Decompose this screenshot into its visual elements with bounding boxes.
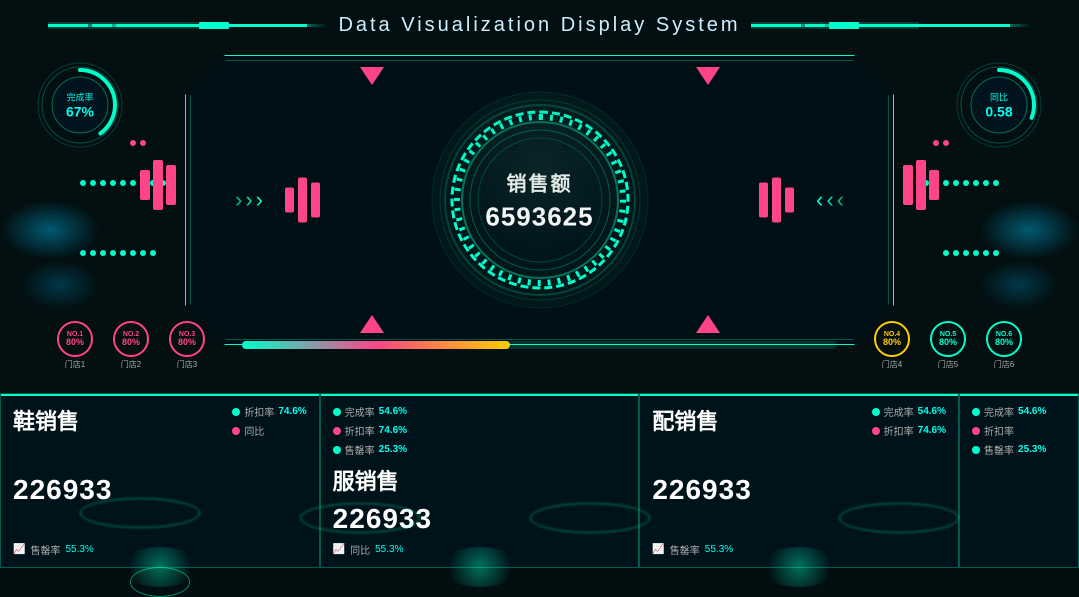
- store-group-right: NO.4 80% 门店4 NO.5 80% 门店5 NO.6 80% 门店6: [867, 321, 1029, 370]
- header: Data Visualization Display System: [0, 0, 1079, 50]
- store-4: NO.4 80% 门店4: [867, 321, 917, 370]
- panel-accessories-title: 配销售: [652, 404, 718, 436]
- tri-top-right: [696, 67, 720, 85]
- bottom-panels: 鞋销售 折扣率 74.6% 同比 226933 📈 售罄率 55.3%: [0, 393, 1079, 568]
- floor-ring-3: [530, 503, 650, 533]
- right-gauge-value: 0.58: [985, 104, 1012, 120]
- stores-area: NO.1 80% 门店1 NO.2 80% 门店2 NO.3 80% 门店3: [50, 310, 1029, 380]
- store-6: NO.6 80% 门店6: [979, 321, 1029, 370]
- page-title: Data Visualization Display System: [338, 14, 740, 37]
- floor-ring-4: [839, 503, 959, 533]
- right-arrows: ‹ ‹ ‹: [816, 187, 844, 213]
- panel-shoes-title: 鞋销售: [13, 404, 79, 436]
- store-3: NO.3 80% 门店3: [162, 321, 212, 370]
- store-2: NO.2 80% 门店2: [106, 321, 156, 370]
- store-5: NO.5 80% 门店5: [923, 321, 973, 370]
- sales-value: 6593625: [485, 202, 593, 233]
- floor-ring-1: [80, 498, 200, 528]
- floor-ring-2: [300, 503, 420, 533]
- left-gauge-value: 67%: [66, 104, 94, 120]
- header-line-left: [48, 24, 328, 27]
- panel-shoes: 鞋销售 折扣率 74.6% 同比 226933 📈 售罄率 55.3%: [0, 393, 320, 568]
- panel-clothing: 完成率 54.6% 折扣率 74.6% 售罄率 25.3% 服销售 226933…: [320, 393, 640, 568]
- header-line-right: [751, 24, 1031, 27]
- store-1: NO.1 80% 门店1: [50, 321, 100, 370]
- panel-extra: 完成率 54.6% 折扣率 售罄率 25.3%: [959, 393, 1079, 568]
- left-gauge: 完成率 67%: [30, 55, 130, 155]
- right-gauge-label: 同比: [985, 91, 1012, 104]
- center-ring: 销售额 6593625: [430, 90, 650, 310]
- main-panel: › › › ‹ ‹ ‹: [185, 55, 894, 345]
- panel-accessories: 配销售 完成率 54.6% 折扣率 74.6% 226933 📈 售罄率 55.…: [639, 393, 959, 568]
- sales-label: 销售额: [485, 168, 593, 197]
- panel-clothing-title: 服销售: [333, 464, 627, 496]
- left-gauge-label: 完成率: [66, 91, 94, 104]
- left-arrows: › › ›: [235, 187, 263, 213]
- right-v-bars: [759, 178, 794, 223]
- progress-bar: [242, 341, 837, 349]
- left-v-bars: [285, 178, 320, 223]
- right-gauge: 同比 0.58: [949, 55, 1049, 155]
- panel-accessories-number: 226933: [652, 474, 946, 506]
- store-group-left: NO.1 80% 门店1 NO.2 80% 门店2 NO.3 80% 门店3: [50, 321, 212, 370]
- tri-top-left: [360, 67, 384, 85]
